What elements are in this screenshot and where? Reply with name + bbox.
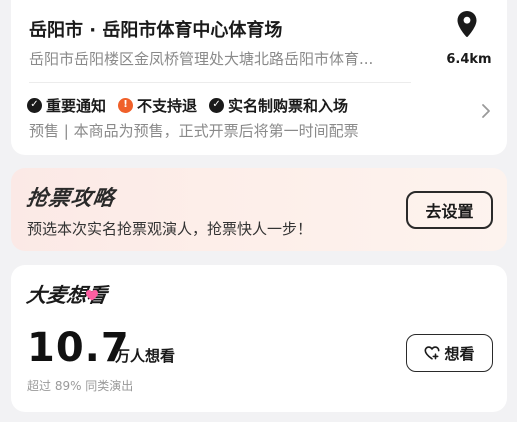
heart-icon [86, 290, 98, 301]
check-circle-icon: ✓ [209, 97, 225, 113]
want-to-see-button[interactable]: 想看 [406, 334, 493, 372]
strategy-title: 抢票攻略 [25, 186, 117, 210]
venue-title: 岳阳市 · 岳阳市体育中心体育场 [29, 20, 283, 41]
notice-no-refund: ! 不支持退 [118, 95, 197, 116]
notice-label: 实名制购票和入场 [228, 96, 349, 115]
want-count-unit: 万人想看 [115, 347, 176, 365]
want-button-label: 想看 [444, 344, 475, 363]
notice-important: ✓ 重要通知 [27, 95, 106, 116]
divider [29, 82, 411, 83]
venue-address: 岳阳市岳阳楼区金凤桥管理处大塘北路岳阳市体育... [29, 50, 374, 68]
exclamation-circle-icon: ! [118, 97, 134, 113]
presale-notice: 预售 | 本商品为预售，正式开票后将第一时间配票 [29, 122, 359, 140]
venue-card[interactable]: 岳阳市 · 岳阳市体育中心体育场 岳阳市岳阳楼区金凤桥管理处大塘北路岳阳市体育.… [11, 0, 507, 155]
notice-row[interactable]: ✓ 重要通知 ! 不支持退 ✓ 实名制购票和入场 [27, 94, 360, 116]
chevron-right-icon[interactable] [481, 103, 491, 119]
heart-plus-icon [424, 346, 440, 360]
location-pin-icon[interactable] [455, 10, 479, 38]
setup-button[interactable]: 去设置 [406, 191, 493, 229]
notice-label: 重要通知 [46, 96, 107, 115]
want-percentile: 超过 89% 同类演出 [27, 379, 134, 393]
strategy-description: 预选本次实名抢票观演人，抢票快人一步！ [27, 220, 313, 238]
notice-real-name: ✓ 实名制购票和入场 [209, 95, 348, 116]
ticket-strategy-card: 抢票攻略 预选本次实名抢票观演人，抢票快人一步！ 去设置 [11, 168, 507, 251]
notice-label: 不支持退 [137, 96, 198, 115]
venue-distance: 6.4km [446, 52, 492, 67]
check-circle-icon: ✓ [27, 97, 42, 113]
want-to-see-card: 大麦想看 10.7 万人想看 超过 89% 同类演出 想看 [11, 265, 507, 412]
